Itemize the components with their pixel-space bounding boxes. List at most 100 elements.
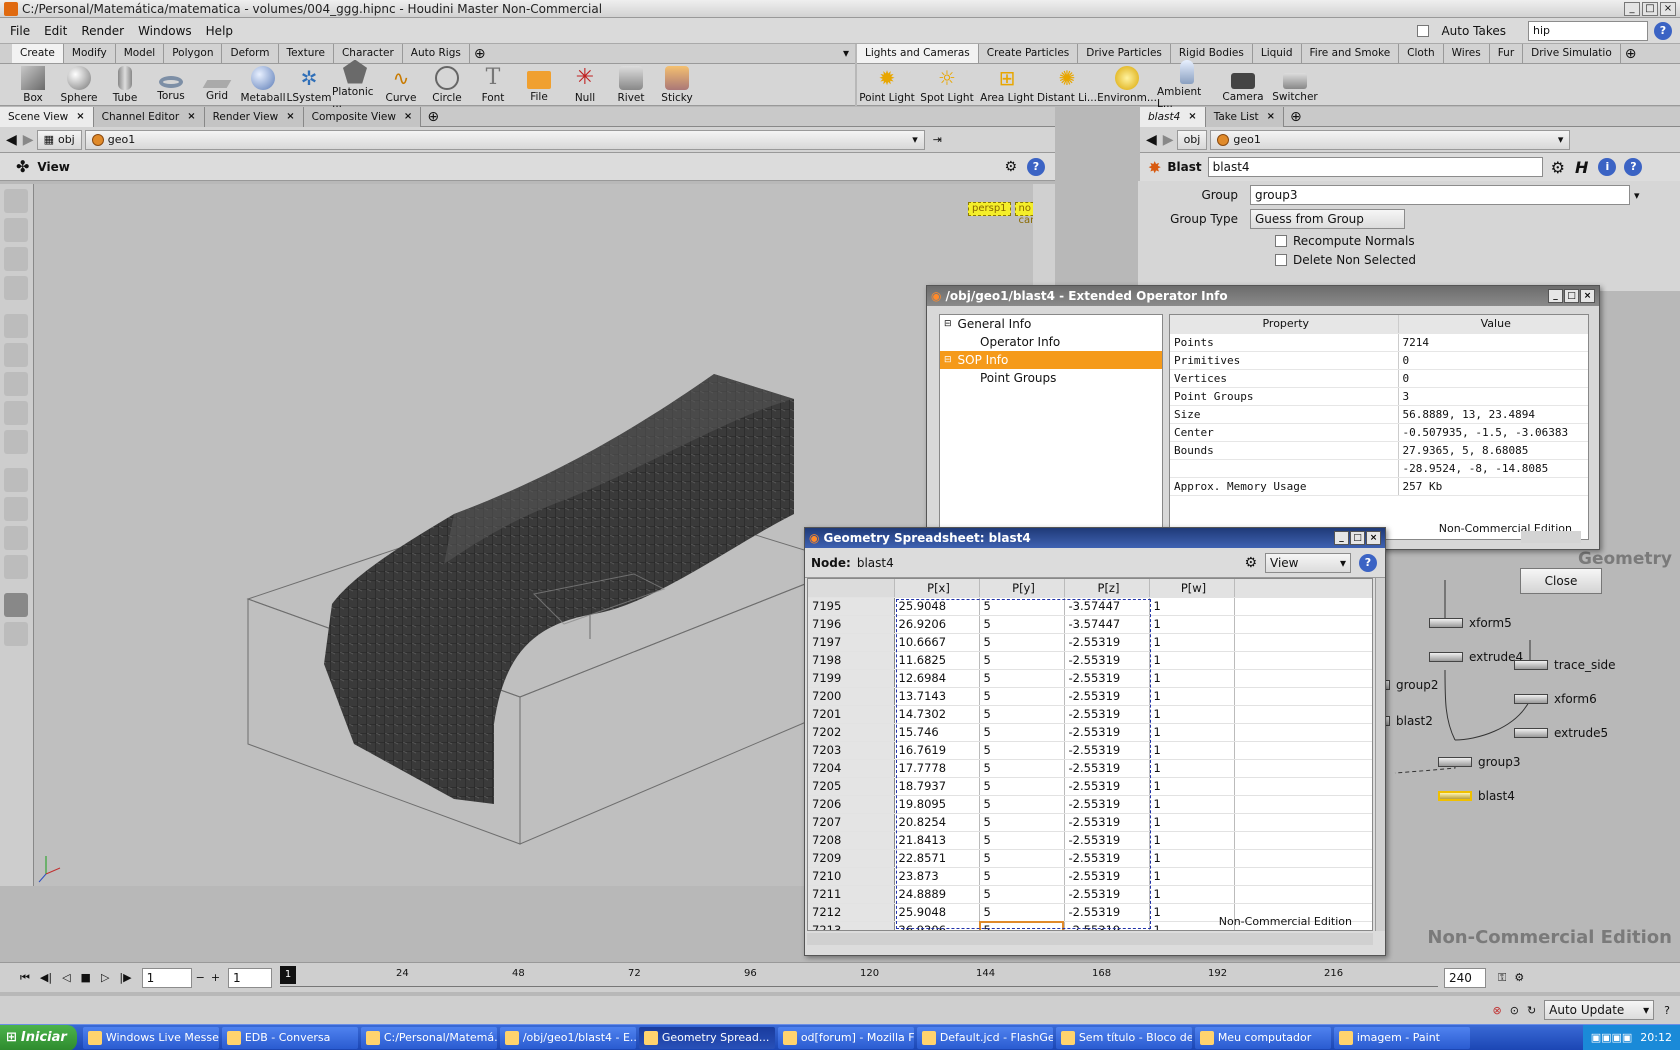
node-extrude5[interactable]: extrude5 — [1514, 726, 1608, 740]
current-frame-field[interactable]: 1 — [141, 967, 192, 988]
col-header-pw[interactable]: P[w] — [1149, 579, 1235, 598]
step-back-icon[interactable]: ◀| — [40, 971, 52, 984]
shelf-tab-wires[interactable]: Wires — [1443, 44, 1490, 63]
pointer-icon[interactable] — [4, 314, 28, 338]
add-shelf-right-icon[interactable]: ⊕ — [1625, 46, 1637, 62]
cell-pz[interactable]: -2.55319 — [1064, 903, 1150, 922]
render-region-icon[interactable] — [4, 622, 28, 646]
tool-sticky[interactable]: Sticky — [654, 65, 700, 104]
cell-px[interactable]: 12.6984 — [894, 669, 980, 688]
info-header-property[interactable]: Property — [1170, 315, 1399, 334]
tool-area-light[interactable]: ⊞ Area Light — [977, 66, 1037, 104]
cell-py[interactable]: 5 — [979, 741, 1065, 760]
stop-cook-icon[interactable]: ⊗ — [1493, 1004, 1502, 1017]
playback-options-icon[interactable]: ⚙ — [1514, 971, 1524, 984]
cell-pz[interactable]: -2.55319 — [1064, 867, 1150, 886]
info-row[interactable]: Bounds 27.9365, 5, 8.68085 — [1170, 441, 1588, 460]
cell-pz[interactable]: -2.55319 — [1064, 921, 1150, 930]
add-shelf-icon[interactable]: ⊕ — [474, 46, 486, 62]
tool-spot-light[interactable]: ☼ Spot Light — [917, 66, 977, 104]
recompute-normals-checkbox[interactable] — [1275, 235, 1287, 247]
info-row[interactable]: -28.9524, -8, -14.8085 — [1170, 459, 1588, 478]
forward-arrow-icon[interactable]: ▶ — [23, 132, 34, 148]
tool-metaball[interactable]: Metaball — [240, 65, 286, 104]
node-xform5[interactable]: xform5 — [1429, 616, 1512, 630]
persp-camera-menu[interactable]: persp1 — [968, 202, 1011, 216]
cell-pz[interactable]: -2.55319 — [1064, 723, 1150, 742]
table-row[interactable]: 7202 15.746 5 -2.55319 1 — [808, 723, 1372, 742]
tab-render-view[interactable]: Render View × — [204, 106, 304, 127]
tab-scene-view[interactable]: Scene View × — [0, 106, 94, 127]
spreadsheet-hscroll[interactable] — [807, 933, 1373, 945]
menu-windows[interactable]: Windows — [138, 24, 192, 38]
magnet-icon[interactable] — [4, 468, 28, 492]
cell-pz[interactable]: -2.55319 — [1064, 885, 1150, 904]
auto-update-select[interactable]: Auto Update ▾ — [1544, 1000, 1655, 1020]
cell-pz[interactable]: -2.55319 — [1064, 831, 1150, 850]
menu-file[interactable]: File — [10, 24, 30, 38]
table-row[interactable]: 7203 16.7619 5 -2.55319 1 — [808, 741, 1372, 760]
cell-pz[interactable]: -3.57447 — [1064, 597, 1150, 616]
cell-pz[interactable]: -2.55319 — [1064, 669, 1150, 688]
minimize-button[interactable]: _ — [1624, 1, 1640, 16]
cell-px[interactable]: 23.873 — [894, 867, 980, 886]
tool-platonic[interactable]: Platonic ... — [332, 59, 378, 110]
task-edb[interactable]: EDB - Conversa — [221, 1026, 358, 1049]
tab-channel-editor[interactable]: Channel Editor × — [93, 106, 205, 127]
frame-increment-icon[interactable]: + — [211, 971, 220, 984]
table-row[interactable]: 7197 10.6667 5 -2.55319 1 — [808, 633, 1372, 652]
tool-circle[interactable]: Circle — [424, 65, 470, 104]
viewer-help-icon[interactable]: ? — [1027, 157, 1045, 176]
table-row[interactable]: 7208 21.8413 5 -2.55319 1 — [808, 831, 1372, 850]
cell-pz[interactable]: -2.55319 — [1064, 777, 1150, 796]
magnet4-icon[interactable] — [4, 555, 28, 579]
minimize-button[interactable]: _ — [1548, 289, 1563, 303]
shelf-tab-polygon[interactable]: Polygon — [164, 44, 223, 63]
cell-pw[interactable]: 1 — [1149, 705, 1235, 724]
maximize-button[interactable]: □ — [1642, 1, 1658, 16]
spreadsheet-options-icon[interactable]: ⚙ — [1244, 555, 1257, 571]
frame-cursor[interactable]: 1 — [280, 965, 297, 984]
status-help-icon[interactable]: ? — [1664, 1004, 1670, 1017]
cell-pz[interactable]: -2.55319 — [1064, 705, 1150, 724]
go-start-icon[interactable]: ⏮ — [20, 971, 30, 985]
pin-icon[interactable]: ⇥ — [933, 133, 942, 146]
table-row[interactable]: 7205 18.7937 5 -2.55319 1 — [808, 777, 1372, 796]
info-row[interactable]: Primitives 0 — [1170, 351, 1588, 370]
shelf-tab-create[interactable]: Create — [12, 44, 64, 63]
close-tab-icon[interactable]: × — [187, 107, 195, 127]
cell-py[interactable]: 5 — [979, 705, 1065, 724]
magnet3-icon[interactable] — [4, 526, 28, 550]
close-tab-icon[interactable]: × — [1267, 107, 1275, 127]
path-geo1[interactable]: geo1 ▾ — [84, 129, 925, 150]
cell-px[interactable]: 25.9048 — [894, 903, 980, 922]
tray-icons[interactable]: ▣▣▣▣ — [1591, 1031, 1633, 1044]
task-firefox[interactable]: od[forum] - Mozilla Fi... — [777, 1026, 914, 1049]
table-row[interactable]: 7207 20.8254 5 -2.55319 1 — [808, 813, 1372, 832]
cell-pz[interactable]: -2.55319 — [1064, 813, 1150, 832]
cell-pz[interactable]: -3.57447 — [1064, 615, 1150, 634]
node-group3[interactable]: group3 — [1438, 755, 1521, 769]
cell-py[interactable]: 5 — [979, 633, 1065, 652]
add-tab-icon[interactable]: ⊕ — [1290, 109, 1302, 125]
cell-py[interactable]: 5 — [979, 867, 1065, 886]
houdini-h-icon[interactable]: H — [1575, 158, 1588, 177]
tool-environment-light[interactable]: Environm... — [1097, 65, 1157, 104]
tool-point-light[interactable]: ✹ Point Light — [857, 66, 917, 104]
cell-pw[interactable]: 1 — [1149, 813, 1235, 832]
col-header-py[interactable]: P[y] — [979, 579, 1065, 598]
cell-py[interactable]: 5 — [979, 615, 1065, 634]
view-mode-icon[interactable] — [4, 593, 28, 617]
start-button[interactable]: ⊞ Iniciar — [0, 1024, 77, 1050]
menu-render[interactable]: Render — [81, 24, 124, 38]
handle-icon[interactable] — [4, 430, 28, 454]
cell-px[interactable]: 22.8571 — [894, 849, 980, 868]
cell-pz[interactable]: -2.55319 — [1064, 651, 1150, 670]
tool-curve[interactable]: ∿ Curve — [378, 66, 424, 104]
cell-px[interactable]: 24.8889 — [894, 885, 980, 904]
close-tab-icon[interactable]: × — [1188, 107, 1196, 127]
cell-py[interactable]: 5 — [979, 759, 1065, 778]
cell-pw[interactable]: 1 — [1149, 615, 1235, 634]
cell-px[interactable]: 21.8413 — [894, 831, 980, 850]
table-row[interactable]: 7199 12.6984 5 -2.55319 1 — [808, 669, 1372, 688]
